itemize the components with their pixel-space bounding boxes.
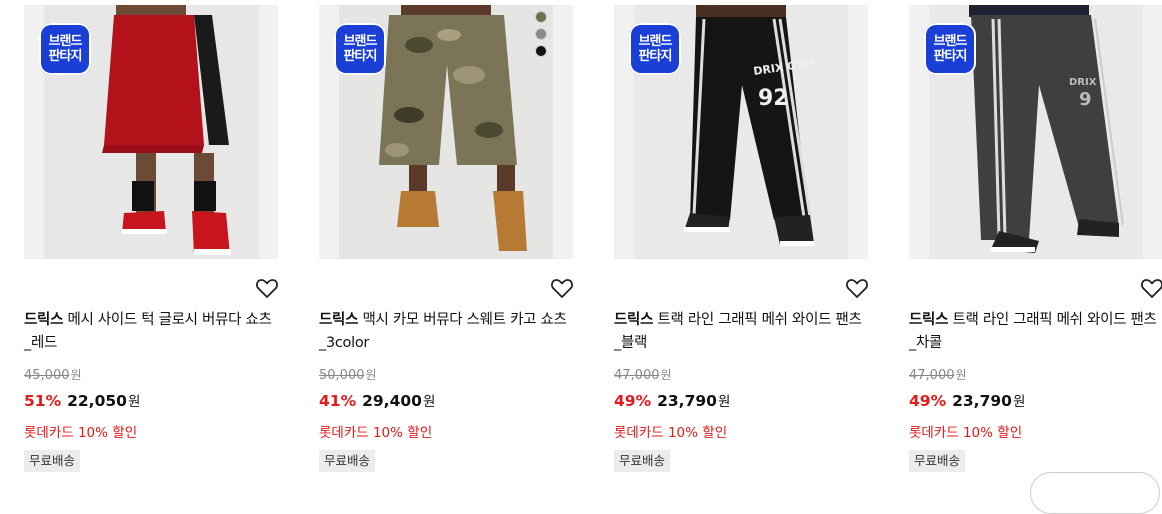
original-price: 50,000원 <box>319 366 377 383</box>
price-row: 51% 22,050원 <box>24 390 140 410</box>
heart-icon[interactable] <box>550 277 574 299</box>
price-row: 49% 23,790원 <box>909 390 1025 410</box>
original-price-unit: 원 <box>660 368 672 382</box>
sale-price-unit: 원 <box>422 394 436 410</box>
svg-text:DRIX: DRIX <box>1069 77 1097 88</box>
badge-line-2: 판타지 <box>48 49 83 64</box>
heart-icon[interactable] <box>255 277 279 299</box>
sale-price-unit: 원 <box>1012 394 1026 410</box>
heart-icon[interactable] <box>1140 277 1162 299</box>
brand-name: 드릭스 <box>614 312 654 328</box>
product-image[interactable]: DRIX GYM 92 브랜드 판타지 <box>614 5 868 259</box>
svg-text:9: 9 <box>1079 89 1092 110</box>
card-discount-promo: 롯데카드 10% 할인 <box>614 425 728 441</box>
original-price-unit: 원 <box>70 368 82 382</box>
badge-line-2: 판타지 <box>343 49 378 64</box>
free-shipping-tag: 무료배송 <box>614 450 671 472</box>
badge-line-2: 판타지 <box>638 49 673 64</box>
original-price-unit: 원 <box>955 368 967 382</box>
brand-fantasy-badge: 브랜드 판타지 <box>334 23 386 75</box>
badge-line-2: 판타지 <box>933 49 968 64</box>
free-shipping-tag: 무료배송 <box>24 450 81 472</box>
sale-price-unit: 원 <box>127 394 141 410</box>
discount-rate: 49% <box>909 392 947 410</box>
discount-rate: 49% <box>614 392 652 410</box>
price-row: 49% 23,790원 <box>614 390 730 410</box>
product-title[interactable]: 드릭스 트랙 라인 그래픽 메쉬 와이드 팬츠_블랙 <box>614 309 868 355</box>
original-price-value: 50,000 <box>319 368 365 383</box>
badge-line-1: 브랜드 <box>343 34 378 49</box>
card-discount-promo: 롯데카드 10% 할인 <box>24 425 138 441</box>
discount-rate: 41% <box>319 392 357 410</box>
sale-price: 23,790 <box>657 392 717 410</box>
floating-button[interactable] <box>1030 472 1160 514</box>
free-shipping-tag: 무료배송 <box>319 450 376 472</box>
brand-name: 드릭스 <box>24 312 64 328</box>
product-title[interactable]: 드릭스 메시 사이드 턱 글로시 버뮤다 쇼츠_레드 <box>24 309 278 355</box>
product-card[interactable]: 브랜드 판타지 드릭스 메시 사이드 턱 글로시 버뮤다 쇼츠_레드 45,00… <box>24 0 280 486</box>
sale-price-unit: 원 <box>717 394 731 410</box>
discount-rate: 51% <box>24 392 62 410</box>
brand-fantasy-badge: 브랜드 판타지 <box>924 23 976 75</box>
product-image[interactable]: 브랜드 판타지 <box>24 5 278 259</box>
badge-line-1: 브랜드 <box>638 34 673 49</box>
sale-price: 29,400 <box>362 392 422 410</box>
free-shipping-tag: 무료배송 <box>909 450 966 472</box>
original-price-unit: 원 <box>365 368 377 382</box>
swatch-camo[interactable] <box>535 11 547 23</box>
badge-line-1: 브랜드 <box>933 34 968 49</box>
price-row: 41% 29,400원 <box>319 390 435 410</box>
original-price: 47,000원 <box>909 366 967 383</box>
product-image[interactable]: 브랜드 판타지 <box>319 5 573 259</box>
color-swatches <box>535 11 547 62</box>
sale-price: 22,050 <box>67 392 127 410</box>
swatch-gray[interactable] <box>535 28 547 40</box>
product-image[interactable]: DRIX 9 브랜드 판타지 <box>909 5 1162 259</box>
svg-text:92: 92 <box>758 86 789 111</box>
product-card[interactable]: 브랜드 판타지 드릭스 맥시 카모 버뮤다 스웨트 카고 쇼츠_3color 5… <box>319 0 575 486</box>
product-card[interactable]: DRIX GYM 92 브랜드 판타지 드릭스 트랙 라인 그래픽 메쉬 와이드… <box>614 0 870 486</box>
swatch-black[interactable] <box>535 45 547 57</box>
original-price: 47,000원 <box>614 366 672 383</box>
brand-name: 드릭스 <box>319 312 359 328</box>
card-discount-promo: 롯데카드 10% 할인 <box>909 425 1023 441</box>
product-title[interactable]: 드릭스 맥시 카모 버뮤다 스웨트 카고 쇼츠_3color <box>319 309 573 355</box>
product-card[interactable]: DRIX 9 브랜드 판타지 드릭스 트랙 라인 그래픽 메쉬 와이드 팬츠_차… <box>909 0 1162 486</box>
sale-price: 23,790 <box>952 392 1012 410</box>
original-price-value: 47,000 <box>909 368 955 383</box>
original-price-value: 47,000 <box>614 368 660 383</box>
brand-fantasy-badge: 브랜드 판타지 <box>39 23 91 75</box>
card-discount-promo: 롯데카드 10% 할인 <box>319 425 433 441</box>
brand-fantasy-badge: 브랜드 판타지 <box>629 23 681 75</box>
heart-icon[interactable] <box>845 277 869 299</box>
original-price-value: 45,000 <box>24 368 70 383</box>
brand-name: 드릭스 <box>909 312 949 328</box>
product-title[interactable]: 드릭스 트랙 라인 그래픽 메쉬 와이드 팬츠_차콜 <box>909 309 1162 355</box>
original-price: 45,000원 <box>24 366 82 383</box>
product-grid: 브랜드 판타지 드릭스 메시 사이드 턱 글로시 버뮤다 쇼츠_레드 45,00… <box>0 0 1162 486</box>
badge-line-1: 브랜드 <box>48 34 83 49</box>
